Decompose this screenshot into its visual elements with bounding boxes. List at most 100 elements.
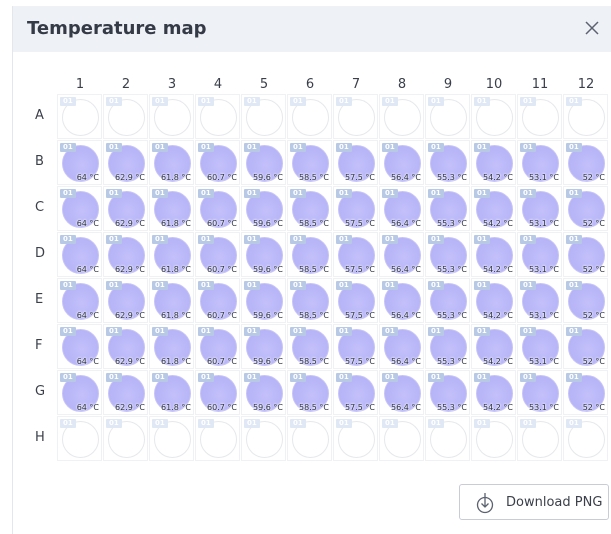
well-F1[interactable]: 01 64 °C xyxy=(57,324,102,369)
well-B12[interactable]: 01 52 °C xyxy=(563,140,608,185)
well-F6[interactable]: 01 58.5 °C xyxy=(287,324,332,369)
well-C7[interactable]: 01 57.5 °C xyxy=(333,186,378,231)
well-G2[interactable]: 01 62.9 °C xyxy=(103,370,148,415)
well-E1[interactable]: 01 64 °C xyxy=(57,278,102,323)
well-F2[interactable]: 01 62.9 °C xyxy=(103,324,148,369)
well-D8[interactable]: 01 56.4 °C xyxy=(379,232,424,277)
well-C9[interactable]: 01 55.3 °C xyxy=(425,186,470,231)
well-A1[interactable]: 01 xyxy=(57,94,102,139)
well-H7[interactable]: 01 xyxy=(333,416,378,461)
well-H10[interactable]: 01 xyxy=(471,416,516,461)
well-G5[interactable]: 01 59.6 °C xyxy=(241,370,286,415)
well-A5[interactable]: 01 xyxy=(241,94,286,139)
well-F11[interactable]: 01 53.1 °C xyxy=(517,324,562,369)
well-D2[interactable]: 01 62.9 °C xyxy=(103,232,148,277)
well-G1[interactable]: 01 64 °C xyxy=(57,370,102,415)
well-B11[interactable]: 01 53.1 °C xyxy=(517,140,562,185)
well-G10[interactable]: 01 54.2 °C xyxy=(471,370,516,415)
well-G7[interactable]: 01 57.5 °C xyxy=(333,370,378,415)
well-G11[interactable]: 01 53.1 °C xyxy=(517,370,562,415)
well-A3[interactable]: 01 xyxy=(149,94,194,139)
well-A11[interactable]: 01 xyxy=(517,94,562,139)
well-G8[interactable]: 01 56.4 °C xyxy=(379,370,424,415)
well-E3[interactable]: 01 61.8 °C xyxy=(149,278,194,323)
well-D7[interactable]: 01 57.5 °C xyxy=(333,232,378,277)
well-D1[interactable]: 01 64 °C xyxy=(57,232,102,277)
well-H1[interactable]: 01 xyxy=(57,416,102,461)
well-E7[interactable]: 01 57.5 °C xyxy=(333,278,378,323)
well-A8[interactable]: 01 xyxy=(379,94,424,139)
well-G3[interactable]: 01 61.8 °C xyxy=(149,370,194,415)
well-C5[interactable]: 01 59.6 °C xyxy=(241,186,286,231)
well-B4[interactable]: 01 60.7 °C xyxy=(195,140,240,185)
well-D6[interactable]: 01 58.5 °C xyxy=(287,232,332,277)
well-E5[interactable]: 01 59.6 °C xyxy=(241,278,286,323)
well-E9[interactable]: 01 55.3 °C xyxy=(425,278,470,323)
well-H9[interactable]: 01 xyxy=(425,416,470,461)
well-H2[interactable]: 01 xyxy=(103,416,148,461)
well-D4[interactable]: 01 60.7 °C xyxy=(195,232,240,277)
well-C4[interactable]: 01 60.7 °C xyxy=(195,186,240,231)
well-A4[interactable]: 01 xyxy=(195,94,240,139)
well-B8[interactable]: 01 56.4 °C xyxy=(379,140,424,185)
well-F4[interactable]: 01 60.7 °C xyxy=(195,324,240,369)
well-H6[interactable]: 01 xyxy=(287,416,332,461)
well-C8[interactable]: 01 56.4 °C xyxy=(379,186,424,231)
well-A10[interactable]: 01 xyxy=(471,94,516,139)
well-D3[interactable]: 01 61.8 °C xyxy=(149,232,194,277)
well-B7[interactable]: 01 57.5 °C xyxy=(333,140,378,185)
well-C12[interactable]: 01 52 °C xyxy=(563,186,608,231)
well-B1[interactable]: 01 64 °C xyxy=(57,140,102,185)
well-F8[interactable]: 01 56.4 °C xyxy=(379,324,424,369)
well-E2[interactable]: 01 62.9 °C xyxy=(103,278,148,323)
well-B5[interactable]: 01 59.6 °C xyxy=(241,140,286,185)
well-H3[interactable]: 01 xyxy=(149,416,194,461)
well-E12[interactable]: 01 52 °C xyxy=(563,278,608,323)
well-C10[interactable]: 01 54.2 °C xyxy=(471,186,516,231)
well-D11[interactable]: 01 53.1 °C xyxy=(517,232,562,277)
well-C3[interactable]: 01 61.8 °C xyxy=(149,186,194,231)
well-H4[interactable]: 01 xyxy=(195,416,240,461)
well-G9[interactable]: 01 55.3 °C xyxy=(425,370,470,415)
download-png-button[interactable]: Download PNG xyxy=(459,484,609,520)
well-A2[interactable]: 01 xyxy=(103,94,148,139)
well-D9[interactable]: 01 55.3 °C xyxy=(425,232,470,277)
well-A12[interactable]: 01 xyxy=(563,94,608,139)
well-G6[interactable]: 01 58.5 °C xyxy=(287,370,332,415)
well-E11[interactable]: 01 53.1 °C xyxy=(517,278,562,323)
well-A7[interactable]: 01 xyxy=(333,94,378,139)
well-D5[interactable]: 01 59.6 °C xyxy=(241,232,286,277)
well-D12[interactable]: 01 52 °C xyxy=(563,232,608,277)
well-E6[interactable]: 01 58.5 °C xyxy=(287,278,332,323)
well-F9[interactable]: 01 55.3 °C xyxy=(425,324,470,369)
well-G4[interactable]: 01 60.7 °C xyxy=(195,370,240,415)
well-C1[interactable]: 01 64 °C xyxy=(57,186,102,231)
well-E10[interactable]: 01 54.2 °C xyxy=(471,278,516,323)
well-B2[interactable]: 01 62.9 °C xyxy=(103,140,148,185)
well-H5[interactable]: 01 xyxy=(241,416,286,461)
well-F10[interactable]: 01 54.2 °C xyxy=(471,324,516,369)
well-A9[interactable]: 01 xyxy=(425,94,470,139)
well-F3[interactable]: 01 61.8 °C xyxy=(149,324,194,369)
well-E8[interactable]: 01 56.4 °C xyxy=(379,278,424,323)
well-C11[interactable]: 01 53.1 °C xyxy=(517,186,562,231)
well-B10[interactable]: 01 54.2 °C xyxy=(471,140,516,185)
well-A6[interactable]: 01 xyxy=(287,94,332,139)
well-H8[interactable]: 01 xyxy=(379,416,424,461)
well-D10[interactable]: 01 54.2 °C xyxy=(471,232,516,277)
well-H12[interactable]: 01 xyxy=(563,416,608,461)
well-H11[interactable]: 01 xyxy=(517,416,562,461)
well-F5[interactable]: 01 59.6 °C xyxy=(241,324,286,369)
well-tag: 01 xyxy=(106,281,122,290)
well-C2[interactable]: 01 62.9 °C xyxy=(103,186,148,231)
well-G12[interactable]: 01 52 °C xyxy=(563,370,608,415)
well-temperature: 61.8 °C xyxy=(161,357,191,366)
well-B6[interactable]: 01 58.5 °C xyxy=(287,140,332,185)
close-icon[interactable] xyxy=(583,19,601,37)
well-C6[interactable]: 01 58.5 °C xyxy=(287,186,332,231)
well-F7[interactable]: 01 57.5 °C xyxy=(333,324,378,369)
well-B9[interactable]: 01 55.3 °C xyxy=(425,140,470,185)
well-B3[interactable]: 01 61.8 °C xyxy=(149,140,194,185)
well-F12[interactable]: 01 52 °C xyxy=(563,324,608,369)
well-E4[interactable]: 01 60.7 °C xyxy=(195,278,240,323)
